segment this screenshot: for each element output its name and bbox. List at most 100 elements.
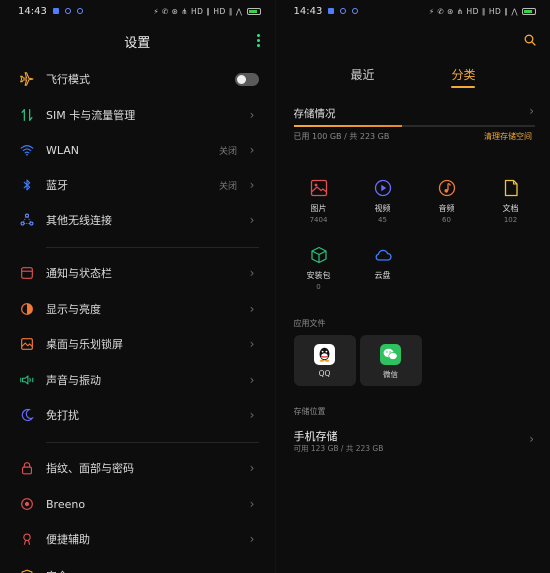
divider — [46, 247, 259, 248]
category-image[interactable]: 图片 7404 — [294, 178, 344, 224]
settings-item-label: 安全 — [46, 568, 245, 573]
settings-item-value: 关闭 — [218, 146, 237, 157]
phone-storage-label[interactable]: 手机存储 — [294, 428, 338, 444]
settings-item-label: 蓝牙 — [46, 179, 68, 192]
active-tab-indicator — [450, 86, 475, 88]
settings-item-label: Breeno — [46, 497, 86, 511]
settings-item[interactable]: 指纹、面部与密码 › — [0, 453, 275, 483]
chevron-right-icon: › — [249, 532, 255, 546]
connections-icon — [18, 211, 36, 229]
category-package[interactable]: 安装包 0 — [294, 245, 344, 291]
battery-icon — [522, 7, 536, 15]
wallpaper-icon — [18, 335, 36, 353]
settings-item[interactable]: 桌面与乐划锁屏 › — [0, 329, 275, 359]
chevron-right-icon: › — [249, 108, 255, 122]
search-icon[interactable] — [524, 34, 536, 46]
storage-progress-bar — [293, 125, 535, 127]
assist-icon — [18, 530, 36, 548]
chevron-right-icon[interactable]: › — [529, 432, 534, 446]
sound-icon — [18, 371, 36, 389]
audio-icon — [437, 178, 457, 198]
bluetooth-icon — [18, 176, 36, 194]
status-icons: ⚡ ✆ ⊛ ⋔ HD ∥ HD ∥ ⋀ — [153, 6, 243, 16]
cloud-icon — [373, 245, 393, 265]
tab-categories[interactable]: 分类 — [452, 66, 476, 83]
chevron-right-icon: › — [249, 143, 255, 157]
airplane-icon — [18, 70, 36, 88]
category-name: 图片 — [310, 204, 327, 213]
status-icons: ⚡ ✆ ⊛ ⋔ HD ∥ HD ∥ ⋀ — [428, 6, 518, 16]
settings-item-label: WLAN — [46, 143, 80, 157]
settings-item[interactable]: 安全› — [0, 561, 275, 573]
settings-item[interactable]: WLAN 关闭 › — [0, 135, 275, 165]
chevron-right-icon[interactable]: › — [529, 104, 534, 118]
category-name: 视频 — [374, 204, 391, 213]
settings-item[interactable]: 声音与振动 › — [0, 365, 275, 395]
category-count: 0 — [316, 283, 321, 291]
category-cloud[interactable]: 云盘 — [358, 245, 408, 281]
storage-used-text: 已用 100 GB / 共 223 GB — [293, 132, 390, 141]
video-icon — [373, 178, 393, 198]
category-count: 60 — [442, 216, 451, 224]
notification-icon — [52, 8, 59, 14]
chevron-right-icon: › — [249, 266, 255, 280]
app-folder-wechat[interactable]: 微信 — [359, 335, 422, 386]
chevron-right-icon: › — [249, 497, 255, 511]
tab-bar: 最近 分类 — [276, 62, 550, 92]
settings-item-label: 飞行模式 — [46, 73, 90, 86]
category-name: 文档 — [502, 204, 519, 213]
storage-progress-fill — [293, 125, 402, 127]
chevron-right-icon: › — [249, 373, 255, 387]
settings-item-label: SIM 卡与流量管理 — [46, 109, 136, 122]
battery-icon — [246, 7, 261, 15]
sim-data-icon — [18, 106, 36, 124]
chevron-right-icon: › — [249, 178, 255, 192]
settings-item-label: 免打扰 — [46, 409, 79, 422]
chevron-right-icon: › — [249, 408, 255, 422]
more-menu-icon[interactable] — [256, 34, 261, 47]
chevron-right-icon: › — [249, 461, 255, 475]
chevron-right-icon: › — [249, 213, 255, 227]
page-title: 设置 — [124, 35, 151, 51]
settings-item[interactable]: 免打扰 › — [0, 400, 275, 430]
section-title: 应用文件 — [293, 319, 326, 328]
settings-item-label: 显示与亮度 — [46, 303, 101, 316]
category-video[interactable]: 视频 45 — [358, 178, 408, 224]
airplane-mode-toggle[interactable] — [235, 72, 259, 86]
settings-item[interactable]: 便捷辅助 › — [0, 524, 275, 554]
category-name: 安装包 — [306, 271, 331, 280]
file-manager-screen: 14:43 ⚡ ✆ ⊛ ⋔ HD ∥ HD ∥ ⋀ 最近 分类 存储情况 › 已… — [275, 0, 550, 573]
category-count: 45 — [378, 216, 387, 224]
category-count: 7404 — [309, 216, 328, 224]
settings-item[interactable]: 其他无线连接 › — [0, 205, 275, 235]
settings-item-value: 关闭 — [218, 181, 237, 192]
category-audio[interactable]: 音频 60 — [422, 178, 472, 224]
phone-storage-sub: 可用 123 GB / 共 223 GB — [293, 444, 384, 453]
status-time: 14:43 — [18, 5, 47, 17]
settings-item[interactable]: SIM 卡与流量管理 › — [0, 100, 275, 130]
image-icon — [309, 178, 329, 198]
settings-item[interactable]: 飞行模式 — [0, 64, 275, 94]
status-time: 14:43 — [293, 5, 323, 17]
shield-icon — [18, 567, 36, 573]
section-title: 存储位置 — [293, 407, 326, 416]
settings-item[interactable]: 显示与亮度 › — [0, 294, 275, 324]
settings-item[interactable]: 通知与状态栏 › — [0, 258, 275, 288]
storage-title[interactable]: 存储情况 — [294, 106, 336, 121]
app-folder-qq[interactable]: QQ — [293, 335, 356, 386]
settings-item-label: 其他无线连接 — [46, 214, 112, 227]
category-document[interactable]: 文档 102 — [486, 178, 536, 224]
clean-storage-link[interactable]: 清理存储空间 — [484, 131, 532, 142]
notification-icon — [328, 8, 335, 14]
breeno-icon — [18, 495, 36, 513]
chevron-right-icon: › — [249, 337, 255, 351]
tab-recent[interactable]: 最近 — [351, 66, 375, 83]
lock-icon — [18, 459, 36, 477]
settings-item[interactable]: Breeno › — [0, 489, 275, 519]
display-icon — [18, 300, 36, 318]
qq-icon — [313, 344, 335, 365]
notification-icon — [340, 8, 347, 14]
document-icon — [501, 178, 521, 198]
settings-item[interactable]: 蓝牙 关闭 › — [0, 170, 275, 200]
settings-item-label: 桌面与乐划锁屏 — [46, 338, 123, 351]
